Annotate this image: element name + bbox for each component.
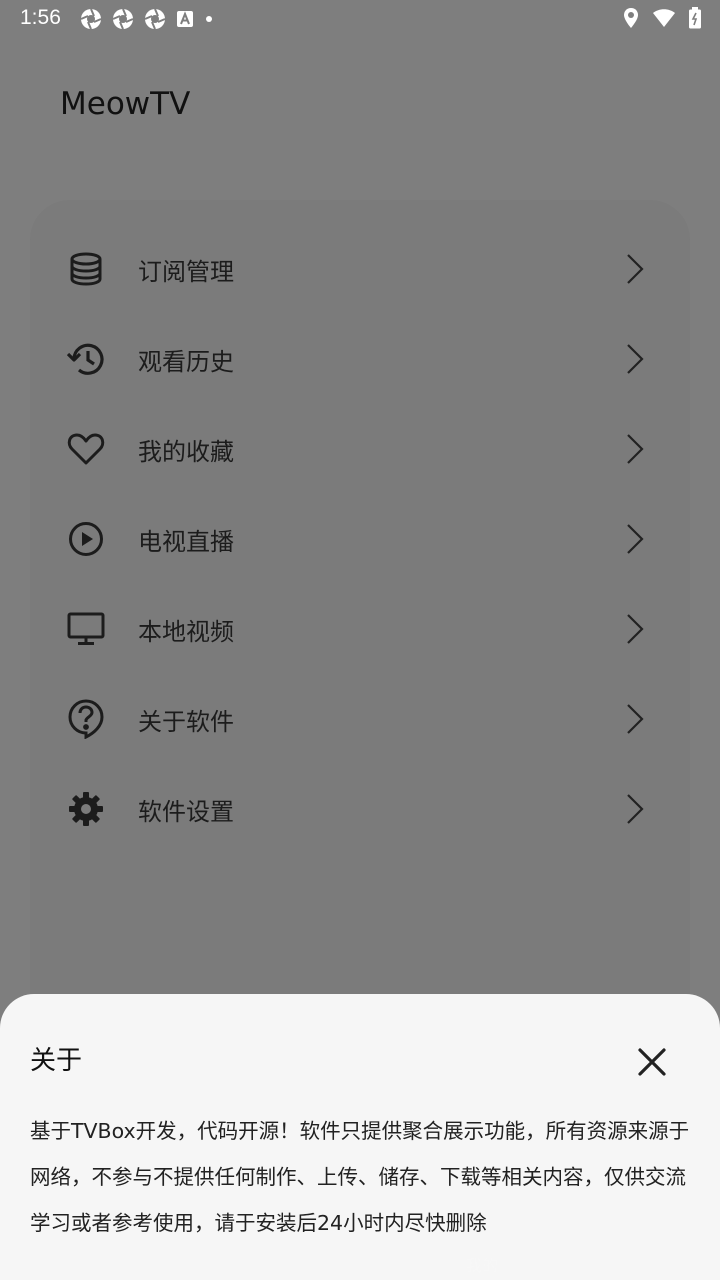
menu-item-label: 关于软件: [138, 707, 234, 736]
chevron-right-icon: [627, 344, 644, 374]
chevron-right-icon: [627, 254, 644, 284]
heart-icon: [66, 429, 106, 469]
sheet-body-text: 基于TVBox开发，代码开源！软件只提供聚合展示功能，所有资源来源于网络，不参与…: [30, 1119, 690, 1235]
gear-icon: [66, 789, 106, 829]
menu-item-history[interactable]: 观看历史: [30, 314, 690, 404]
status-time: 1:56: [20, 6, 61, 29]
menu-item-label: 本地视频: [138, 617, 234, 646]
history-icon: [66, 339, 106, 379]
play-circle-icon: [66, 519, 106, 559]
dot-icon: [206, 16, 212, 22]
menu-item-live-tv[interactable]: 电视直播: [30, 494, 690, 584]
aperture-icon: [112, 8, 134, 30]
menu-item-settings[interactable]: 软件设置: [30, 764, 690, 854]
menu-item-local-video[interactable]: 本地视频: [30, 584, 690, 674]
monitor-icon: [66, 609, 106, 649]
system-icons: [622, 7, 702, 29]
location-icon: [624, 8, 638, 28]
menu-item-label: 电视直播: [138, 527, 234, 556]
menu-item-about[interactable]: 关于软件: [30, 674, 690, 764]
chevron-right-icon: [627, 794, 644, 824]
chevron-right-icon: [627, 524, 644, 554]
aperture-icon: [144, 8, 166, 30]
wifi-icon: [653, 9, 675, 27]
status-bar: 1:56: [0, 0, 720, 36]
app-title: MeowTV: [60, 86, 191, 122]
menu-item-label: 订阅管理: [138, 257, 234, 286]
chevron-right-icon: [627, 614, 644, 644]
sheet-title: 关于: [30, 1046, 83, 1076]
menu-item-label: 我的收藏: [138, 437, 234, 466]
help-icon: [66, 699, 106, 739]
chevron-right-icon: [627, 434, 644, 464]
about-sheet: 关于 基于TVBox开发，代码开源！软件只提供聚合展示功能，所有资源来源于网络，…: [0, 994, 720, 1280]
menu-item-favorites[interactable]: 我的收藏: [30, 404, 690, 494]
close-icon[interactable]: [636, 1046, 668, 1078]
chevron-right-icon: [627, 704, 644, 734]
menu-item-label: 观看历史: [138, 347, 234, 376]
battery-icon: [689, 7, 701, 29]
menu-item-label: 软件设置: [138, 797, 234, 826]
database-icon: [66, 249, 106, 289]
notification-icons: [80, 8, 214, 30]
aperture-icon: [80, 8, 102, 30]
menu-card: 订阅管理 观看历史 我的收藏 电视直播 本地视频 关于软件 软件设置: [30, 200, 690, 1060]
text-icon: [177, 11, 193, 27]
menu-item-subscriptions[interactable]: 订阅管理: [30, 224, 690, 314]
